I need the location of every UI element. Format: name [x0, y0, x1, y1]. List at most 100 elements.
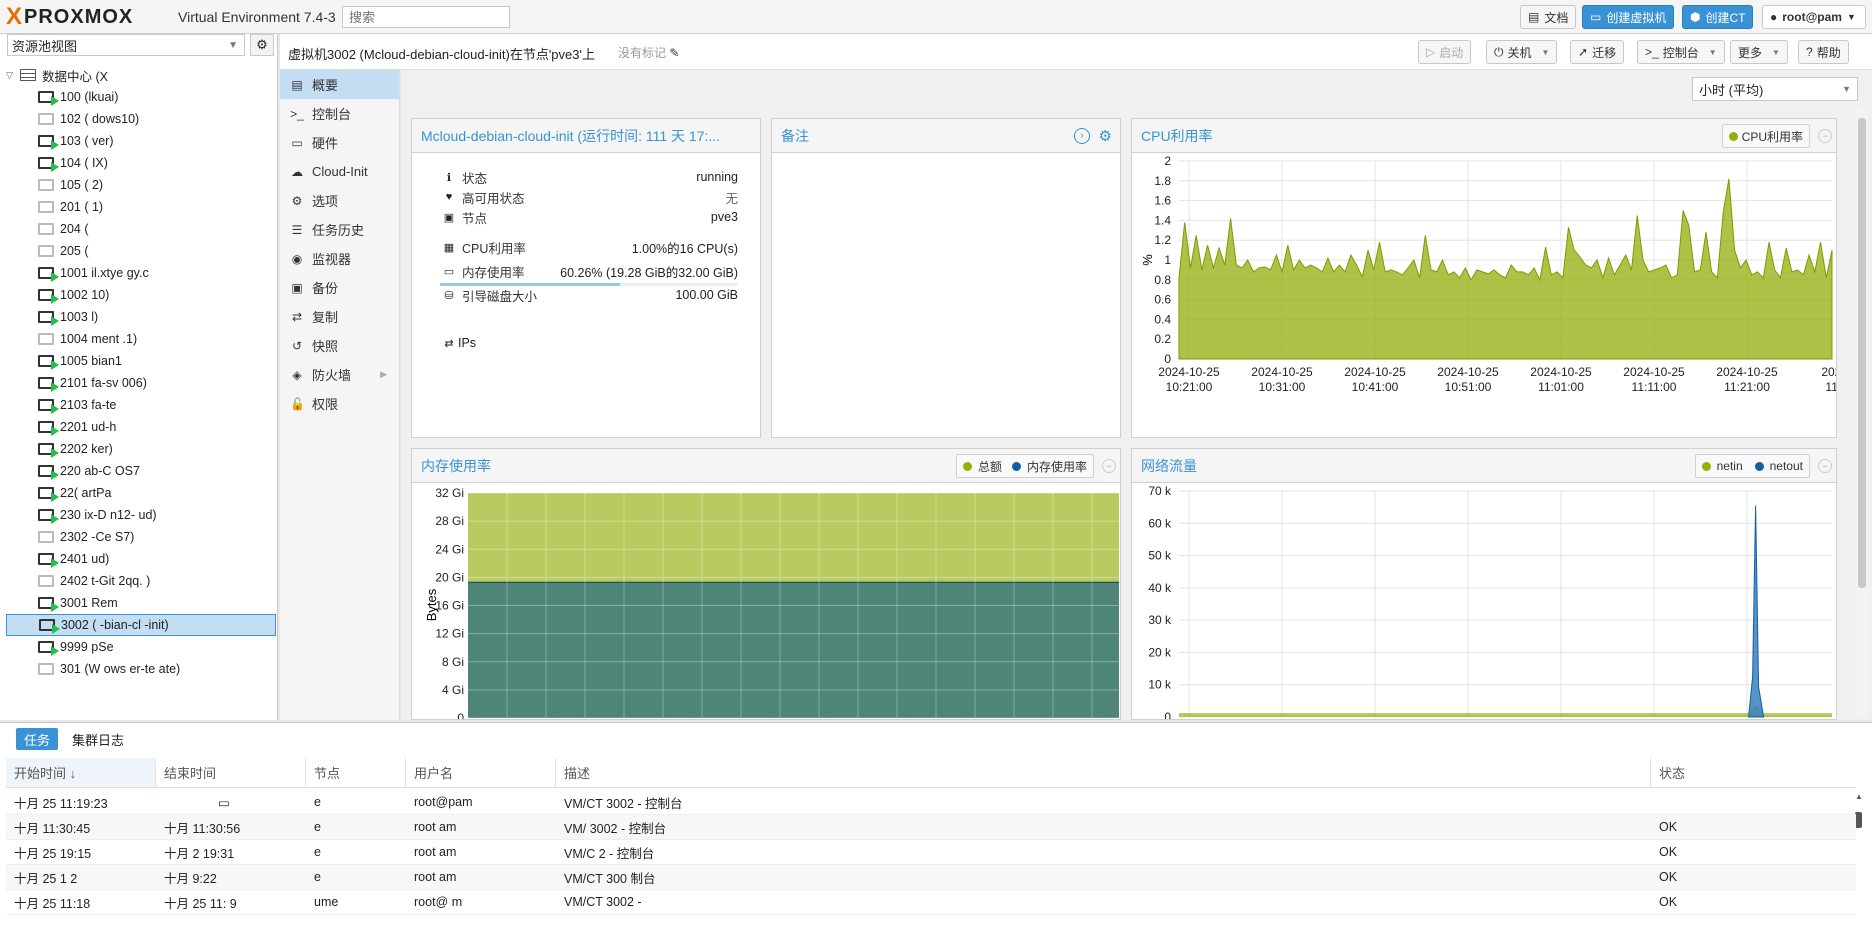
network-panel-title: 网络流量 [1141, 457, 1197, 474]
tree-item-vm[interactable]: 3001 Rem [6, 592, 276, 614]
tree-item-vm[interactable]: 1004 ment .1) [6, 328, 276, 350]
nav-item-gear[interactable]: ⚙ 选项 [280, 186, 399, 215]
tab-tasks[interactable]: 任务 [16, 728, 59, 750]
col-start-time[interactable]: 开始时间 ↓ [6, 758, 156, 787]
cpu-legend-label: CPU利用率 [1741, 129, 1803, 144]
tree-item-vm[interactable]: 201 ( 1) [6, 196, 276, 218]
col-status[interactable]: 状态 [1651, 758, 1856, 787]
tags-edit[interactable]: 没有标记 ✎ [618, 44, 679, 61]
nav-item-unlock[interactable]: 🔓 权限 [280, 389, 399, 418]
more-button[interactable]: 更多 ▼ [1730, 40, 1788, 64]
tree-item-vm[interactable]: 104 ( IX) [6, 152, 276, 174]
chevron-right-icon: ▶ [380, 369, 387, 379]
tree-item-vm[interactable]: 2402 t-Git 2qq. ) [6, 570, 276, 592]
tree-item-vm[interactable]: 103 ( ver) [6, 130, 276, 152]
table-row[interactable]: 十月 25 11:19:23 ▭ e root@pam VM/CT 3002 - 控制… [6, 790, 1856, 815]
tree-item-vm[interactable]: 1005 bian1 [6, 350, 276, 372]
nav-item-book[interactable]: ▤ 概要 [280, 70, 399, 99]
tree-item-vm[interactable]: 1001 il.xtye gy.c [6, 262, 276, 284]
vm-icon [38, 443, 59, 458]
create-ct-button[interactable]: ⬢ 创建CT [1682, 5, 1754, 29]
col-end-time[interactable]: 结束时间 [156, 758, 306, 787]
table-row[interactable]: 十月 11:30:45 十月 11:30:56 e root am VM/ 3002 … [6, 815, 1856, 840]
ips-row[interactable]: ⇄ IPs [440, 333, 740, 353]
task-scrollbar-thumb[interactable] [1855, 812, 1862, 828]
tab-cluster-log[interactable]: 集群日志 [64, 728, 132, 750]
tree-item-vm[interactable]: 220 ab-C OS7 [6, 460, 276, 482]
content-scrollbar[interactable] [1856, 108, 1868, 718]
help-button[interactable]: ? 帮助 [1798, 40, 1849, 64]
tree-item-vm[interactable]: 105 ( 2) [6, 174, 276, 196]
col-node[interactable]: 节点 [306, 758, 406, 787]
migrate-button[interactable]: ➚ 迁移 [1570, 40, 1625, 64]
view-selector[interactable]: 资源池视图 ▼ [7, 34, 245, 56]
scroll-up-icon[interactable]: ▲ [1855, 792, 1863, 801]
nav-item-floppy[interactable]: ▣ 备份 [280, 273, 399, 302]
cell-end: 十月 2 19:31 [164, 846, 235, 861]
status-row-label: 高可用状态 [462, 191, 525, 206]
nav-item-history[interactable]: ↺ 快照 [280, 331, 399, 360]
tree-item-vm[interactable]: 301 (W ows er-te ate) [6, 658, 276, 680]
legend-used-label: 内存使用率 [1026, 459, 1087, 474]
expand-icon[interactable]: › [1074, 127, 1090, 144]
table-row[interactable]: 十月 25 1 2 十月 9:22 e root am VM/CT 300 制台 OK [6, 865, 1856, 890]
timeframe-selector[interactable]: 小时 (平均) ▼ [1692, 77, 1858, 101]
content-scrollbar-thumb[interactable] [1858, 118, 1866, 588]
y-tick-label: 4 Gi [442, 683, 464, 697]
table-row[interactable]: 十月 25 11:18 十月 25 11: 9 ume root@ m VM/CT 30… [6, 890, 1856, 915]
collapse-icon[interactable]: − [1102, 458, 1116, 473]
memory-legend[interactable]: 总额 内存使用率 [955, 454, 1094, 478]
tree-item-vm[interactable]: 205 ( [6, 240, 276, 262]
search-input[interactable] [342, 6, 510, 28]
table-row[interactable]: 十月 25 19:15 十月 2 19:31 e root am VM/C 2 - 控… [6, 840, 1856, 865]
cell-user: root am [414, 845, 457, 859]
tree-settings-button[interactable]: ⚙ [250, 34, 274, 56]
nav-item-terminal[interactable]: >_ 控制台 [280, 99, 399, 128]
tree-item-vm[interactable]: 2101 fa-sv 006) [6, 372, 276, 394]
col-description[interactable]: 描述 [556, 758, 1651, 787]
ips-label: IPs [458, 336, 477, 350]
tree-item-vm[interactable]: 2103 fa-te [6, 394, 276, 416]
nav-item-label: 复制 [312, 310, 339, 325]
tree-item-vm[interactable]: 230 ix-D n12- ud) [6, 504, 276, 526]
tree-item-vm[interactable]: 2401 ud) [6, 548, 276, 570]
x-tick-date: 2024-10-25 [1158, 365, 1220, 379]
vm-icon [38, 223, 54, 235]
tree-datacenter[interactable]: ▽ 数据中心 (X [6, 64, 276, 86]
nav-item-desktop[interactable]: ▭ 硬件 [280, 128, 399, 157]
start-button[interactable]: ▷ 启动 [1418, 40, 1472, 64]
tree-item-vm[interactable]: 1003 l) [6, 306, 276, 328]
tree-item-vm[interactable]: 9999 pSe [6, 636, 276, 658]
logo-x: X [6, 3, 23, 30]
nav-item-list[interactable]: ☰ 任务历史 [280, 215, 399, 244]
user-menu-button[interactable]: ● root@pam ▼ [1762, 5, 1866, 29]
create-vm-button[interactable]: ▭ 创建虚拟机 [1582, 5, 1675, 29]
network-legend[interactable]: netin netout [1694, 454, 1810, 478]
collapse-icon[interactable]: − [1818, 128, 1832, 143]
collapse-icon[interactable]: − [1818, 458, 1832, 473]
nav-item-eye[interactable]: ◉ 监视器 [280, 244, 399, 273]
tree-item-vm[interactable]: 1002 10) [6, 284, 276, 306]
shutdown-button[interactable]: ⏻ 关机 ▼ [1486, 40, 1558, 64]
vm-icon [38, 509, 59, 524]
cell-node: e [314, 795, 321, 809]
docs-button[interactable]: ▤ 文档 [1520, 5, 1577, 29]
console-button[interactable]: >_ 控制台 ▼ [1637, 40, 1725, 64]
tree-item-vm[interactable]: 2302 -Ce S7) [6, 526, 276, 548]
col-user[interactable]: 用户名 [406, 758, 556, 787]
proxmox-logo[interactable]: X PROXMOX [6, 5, 133, 29]
tree-item-vm[interactable]: 3002 ( -bian-cl -init) [6, 614, 276, 636]
tree-item-vm[interactable]: 22( artPa [6, 482, 276, 504]
status-row-value: 100.00 GiB [675, 288, 738, 302]
tree-item-vm[interactable]: 2202 ker) [6, 438, 276, 460]
nav-item-retweet[interactable]: ⇄ 复制 [280, 302, 399, 331]
tree-item-vm[interactable]: 2201 ud-h [6, 416, 276, 438]
nav-item-cloud[interactable]: ☁ Cloud-Init [280, 157, 399, 186]
y-tick-label: 50 k [1148, 549, 1172, 563]
gear-icon[interactable]: ⚙ [1099, 127, 1112, 145]
nav-item-shield[interactable]: ◈ 防火墙 ▶ [280, 360, 399, 389]
tree-item-vm[interactable]: 100 (lkuai) [6, 86, 276, 108]
tree-item-vm[interactable]: 102 ( dows10) [6, 108, 276, 130]
cpu-legend[interactable]: CPU利用率 [1721, 124, 1810, 148]
tree-item-vm[interactable]: 204 ( [6, 218, 276, 240]
